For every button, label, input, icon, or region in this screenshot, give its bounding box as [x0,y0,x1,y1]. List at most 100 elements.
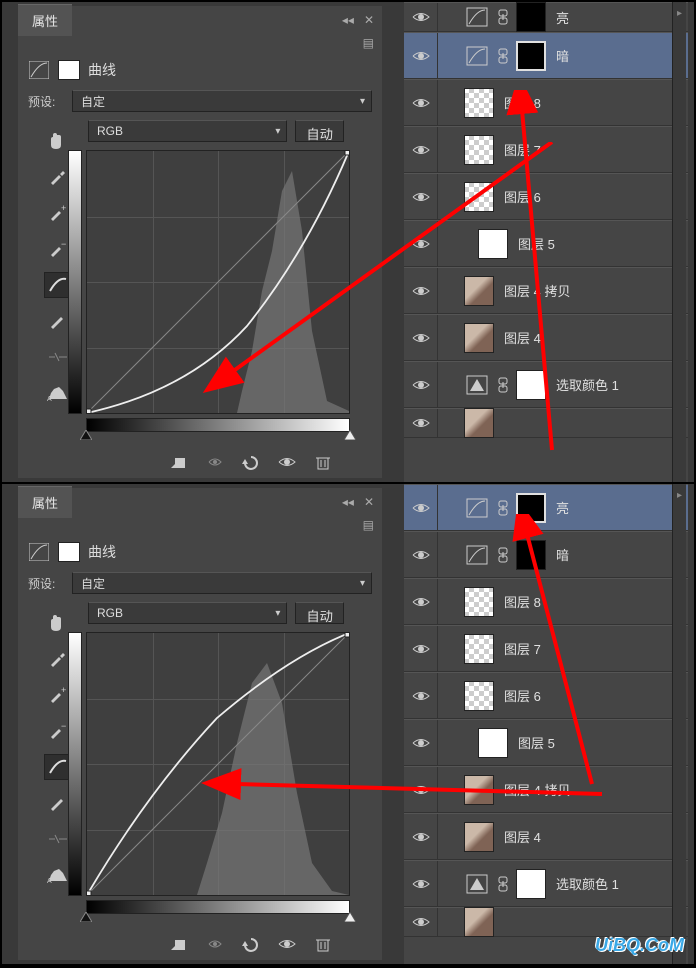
visibility-toggle-icon[interactable] [404,908,438,936]
layer-thumbnail[interactable] [464,408,494,438]
visibility-toggle-icon[interactable] [404,315,438,360]
layer-thumbnail[interactable] [516,2,546,32]
preset-dropdown[interactable]: 自定 [72,90,372,112]
layer-thumbnail[interactable] [464,907,494,937]
layer-thumbnail[interactable] [464,88,494,118]
layer-row[interactable]: 图层 8 [404,79,688,126]
panel-tab-properties[interactable]: 属性 [18,4,72,36]
visibility-toggle-icon[interactable] [404,221,438,266]
curves-chart[interactable] [86,632,350,896]
layer-thumbnail[interactable] [464,182,494,212]
layer-row[interactable]: 图层 5 [404,719,688,766]
layer-thumbnail[interactable] [516,540,546,570]
visibility-toggle-icon[interactable] [404,268,438,313]
layer-name[interactable]: 图层 8 [504,93,541,112]
layer-name[interactable]: 图层 6 [504,187,541,206]
layer-thumbnail[interactable] [516,493,546,523]
visibility-toggle-icon[interactable] [404,626,438,671]
preset-dropdown[interactable]: 自定 [72,572,372,594]
view-previous-icon[interactable] [204,934,226,954]
visibility-toggle-icon[interactable] [404,720,438,765]
channel-dropdown[interactable]: RGB [88,602,287,624]
layer-row[interactable]: 图层 8 [404,578,688,625]
channel-dropdown[interactable]: RGB [88,120,287,142]
layer-thumbnail[interactable] [516,41,546,71]
layer-name[interactable]: 图层 4 拷贝 [504,281,570,300]
collapse-icon[interactable]: ◂◂ [342,13,354,27]
layer-name[interactable]: 图层 6 [504,686,541,705]
visibility-toggle-icon[interactable] [404,127,438,172]
visibility-icon[interactable] [276,934,298,954]
collapse-bar[interactable]: ▸ [672,2,686,482]
layer-row[interactable]: 图层 4 [404,314,688,361]
visibility-toggle-icon[interactable] [404,174,438,219]
auto-button[interactable]: 自动 [295,120,344,142]
layer-thumbnail[interactable] [464,587,494,617]
layer-row[interactable]: 图层 5 [404,220,688,267]
layer-row[interactable] [404,408,688,438]
visibility-icon[interactable] [276,452,298,472]
layer-row[interactable]: 图层 4 拷贝 [404,267,688,314]
clip-icon[interactable] [168,934,190,954]
delete-icon[interactable] [312,452,334,472]
layer-thumbnail[interactable] [478,229,508,259]
visibility-toggle-icon[interactable] [404,861,438,906]
layer-row[interactable]: 图层 4 拷贝 [404,766,688,813]
layer-thumbnail[interactable] [464,775,494,805]
layer-name[interactable]: 图层 5 [518,733,555,752]
close-icon[interactable]: ✕ [364,495,374,509]
reset-icon[interactable] [240,452,262,472]
visibility-toggle-icon[interactable] [404,485,438,530]
layer-row[interactable]: 图层 6 [404,173,688,220]
panel-menu-icon[interactable]: ▤ [18,516,382,534]
mask-thumb-icon[interactable] [58,542,80,562]
visibility-toggle-icon[interactable] [404,409,438,437]
layer-row[interactable]: 图层 4 [404,813,688,860]
black-point-slider[interactable] [80,430,92,440]
layer-name[interactable]: 选取颜色 1 [556,375,619,394]
layer-row[interactable]: 暗 [404,531,688,578]
layer-thumbnail[interactable] [464,822,494,852]
layer-row[interactable]: 图层 6 [404,672,688,719]
visibility-toggle-icon[interactable] [404,532,438,577]
visibility-toggle-icon[interactable] [404,33,438,78]
layer-thumbnail[interactable] [464,323,494,353]
layer-thumbnail[interactable] [516,370,546,400]
clip-icon[interactable] [168,452,190,472]
layer-thumbnail[interactable] [464,135,494,165]
layer-row[interactable]: 暗 [404,32,688,79]
layer-name[interactable]: 图层 5 [518,234,555,253]
black-point-slider[interactable] [80,912,92,922]
layer-name[interactable]: 亮 [556,498,569,517]
reset-icon[interactable] [240,934,262,954]
collapse-bar[interactable]: ▸ [672,484,686,964]
layer-thumbnail[interactable] [516,869,546,899]
visibility-toggle-icon[interactable] [404,579,438,624]
visibility-toggle-icon[interactable] [404,673,438,718]
visibility-toggle-icon[interactable] [404,362,438,407]
layer-name[interactable]: 图层 7 [504,140,541,159]
panel-menu-icon[interactable]: ▤ [18,34,382,52]
visibility-toggle-icon[interactable] [404,814,438,859]
visibility-toggle-icon[interactable] [404,3,438,31]
layer-name[interactable]: 暗 [556,46,569,65]
close-icon[interactable]: ✕ [364,13,374,27]
visibility-toggle-icon[interactable] [404,80,438,125]
white-point-slider[interactable] [344,912,356,922]
mask-thumb-icon[interactable] [58,60,80,80]
layer-name[interactable]: 暗 [556,545,569,564]
panel-tab-properties[interactable]: 属性 [18,486,72,518]
layer-name[interactable]: 选取颜色 1 [556,874,619,893]
layer-thumbnail[interactable] [464,681,494,711]
layer-name[interactable]: 图层 4 [504,827,541,846]
visibility-toggle-icon[interactable] [404,767,438,812]
layer-name[interactable]: 亮 [556,8,569,27]
layer-thumbnail[interactable] [464,276,494,306]
layer-row[interactable]: 亮 [404,2,688,32]
view-previous-icon[interactable] [204,452,226,472]
white-point-slider[interactable] [344,430,356,440]
layer-row[interactable]: 图层 7 [404,126,688,173]
auto-button[interactable]: 自动 [295,602,344,624]
layer-thumbnail[interactable] [464,634,494,664]
layer-name[interactable]: 图层 4 [504,328,541,347]
